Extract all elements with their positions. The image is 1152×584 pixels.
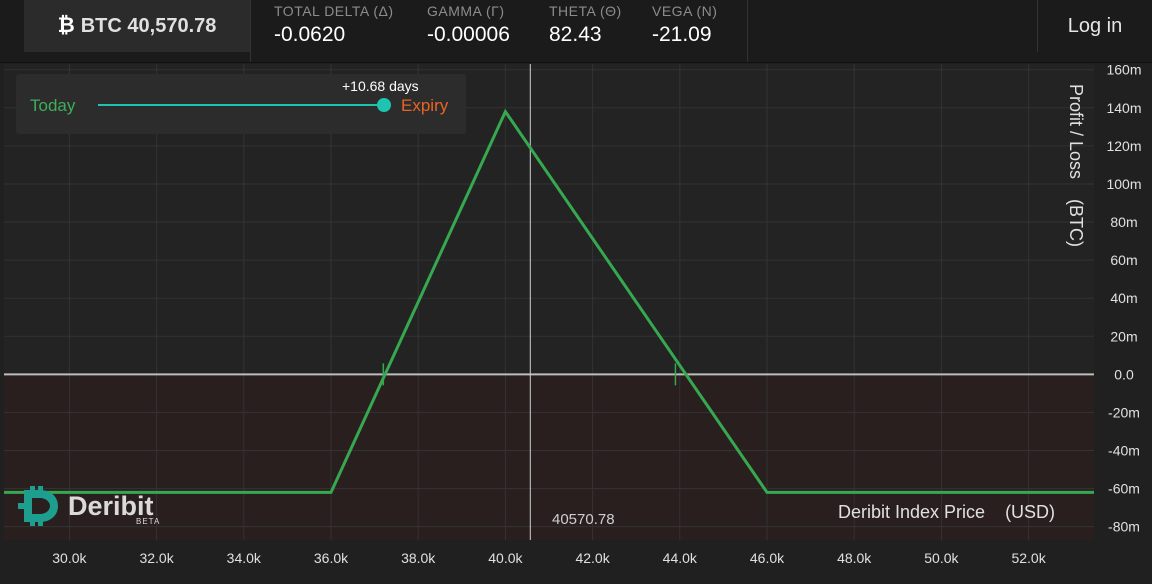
y-axis-label: Profit / Loss (BTC)	[1064, 84, 1086, 264]
y-tick-label: 40m	[1110, 290, 1137, 306]
greek-value: -0.00006	[427, 23, 510, 46]
y-axis-ticks: 160m 140m 120m 100m 80m 60m 40m 20m 0.0 -20m -40m -…	[1106, 64, 1141, 535]
slider-today-label: Today	[30, 96, 76, 115]
slider-track[interactable]	[98, 104, 384, 106]
y-tick-label: 160m	[1106, 64, 1141, 78]
greek-value: 82.43	[549, 23, 602, 46]
greek-gamma: GAMMA (Γ) -0.00006	[427, 3, 510, 47]
greek-label: VEGA (Ν)	[652, 3, 718, 19]
btc-price: BTC 40,570.78	[80, 14, 217, 37]
login-button[interactable]: Log in	[1037, 0, 1152, 52]
y-tick-label: -40m	[1108, 443, 1140, 459]
greek-value: -0.0620	[274, 23, 346, 46]
btc-index-ticker: ₿ BTC 40,570.78	[24, 0, 250, 52]
x-tick-label: 48.0k	[837, 550, 872, 566]
y-tick-label: -60m	[1108, 481, 1140, 497]
deribit-logo-icon	[18, 486, 58, 526]
x-axis-label: Deribit Index Price (USD)	[838, 502, 1056, 522]
current-price-label: 40570.78	[552, 511, 615, 528]
divider	[747, 0, 748, 62]
bitcoin-icon: ₿	[57, 14, 75, 37]
x-tick-label: 30.0k	[52, 550, 87, 566]
logo-beta-badge: BETA	[136, 517, 161, 526]
greek-label: TOTAL DELTA (Δ)	[274, 3, 394, 19]
x-tick-label: 32.0k	[139, 550, 174, 566]
x-tick-label: 42.0k	[575, 550, 610, 566]
slider-expiry-label: Expiry	[401, 96, 449, 115]
slider-thumb[interactable]	[377, 98, 391, 112]
x-tick-label: 46.0k	[750, 550, 785, 566]
greek-total-delta: TOTAL DELTA (Δ) -0.0620	[274, 3, 394, 47]
time-slider-panel: Today +10.68 days Expiry	[16, 74, 466, 134]
greek-label: THETA (Θ)	[549, 3, 622, 19]
deribit-logo: Deribit BETA	[18, 486, 159, 526]
slider-days-label: +10.68 days	[342, 78, 419, 94]
y-tick-label: 80m	[1110, 214, 1137, 230]
y-tick-label: 20m	[1110, 328, 1137, 344]
x-tick-label: 40.0k	[488, 550, 523, 566]
x-tick-label: 44.0k	[663, 550, 698, 566]
greek-theta: THETA (Θ) 82.43	[549, 3, 622, 47]
y-axis-label-text: Profit / Loss (BTC)	[1066, 84, 1086, 248]
x-tick-label: 34.0k	[227, 550, 262, 566]
y-tick-label: 60m	[1110, 252, 1137, 268]
top-bar: ₿ BTC 40,570.78 TOTAL DELTA (Δ) -0.0620 …	[0, 0, 1152, 63]
greek-vega: VEGA (Ν) -21.09	[652, 3, 717, 47]
y-tick-label: 100m	[1106, 176, 1141, 192]
x-tick-label: 52.0k	[1011, 550, 1046, 566]
x-tick-label: 36.0k	[314, 550, 349, 566]
x-tick-label: 38.0k	[401, 550, 436, 566]
y-tick-label: -20m	[1108, 404, 1140, 420]
greek-label: GAMMA (Γ)	[427, 3, 505, 19]
y-tick-label: 140m	[1106, 100, 1141, 116]
y-tick-label: 120m	[1106, 138, 1141, 154]
x-axis-ticks: 30.0k 32.0k 34.0k 36.0k 38.0k 40.0k 42.0k 44.0k…	[52, 550, 1046, 566]
y-tick-label: 0.0	[1114, 366, 1134, 382]
greek-value: -21.09	[652, 23, 712, 46]
x-tick-label: 50.0k	[924, 550, 959, 566]
y-tick-label: -80m	[1108, 519, 1140, 535]
logo-text: Deribit	[68, 490, 154, 521]
divider	[250, 0, 251, 62]
